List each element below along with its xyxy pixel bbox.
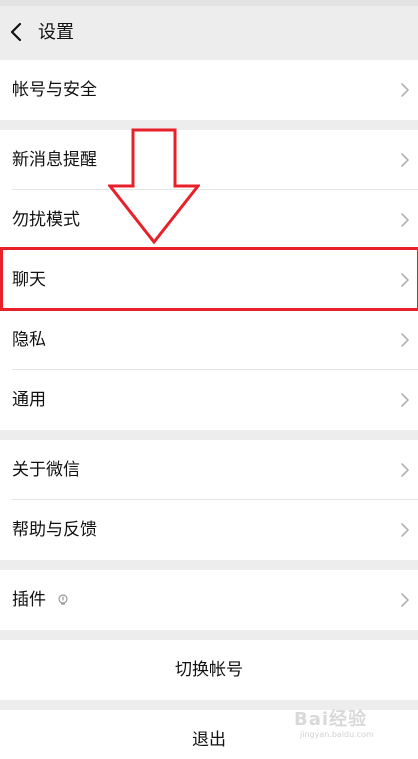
chevron-right-icon (401, 83, 409, 97)
settings-label: 勿扰模式 (12, 210, 80, 230)
settings-help-feedback[interactable]: 帮助与反馈 (0, 500, 418, 560)
bulb-icon (58, 594, 68, 605)
switch-account-label: 切换帐号 (175, 660, 243, 680)
back-icon[interactable] (8, 22, 24, 42)
settings-label: 帮助与反馈 (12, 520, 97, 540)
top-bar: 设置 (0, 0, 418, 60)
chevron-right-icon (401, 153, 409, 167)
settings-chat[interactable]: 聊天 (0, 250, 418, 310)
status-strip (0, 0, 418, 6)
chevron-right-icon (401, 333, 409, 347)
chevron-right-icon (401, 463, 409, 477)
settings-new-message-alerts[interactable]: 新消息提醒 (0, 130, 418, 190)
settings-label: 帐号与安全 (12, 80, 97, 100)
settings-general[interactable]: 通用 (0, 370, 418, 430)
settings-plugins[interactable]: 插件 (0, 570, 418, 630)
settings-label: 插件 (12, 590, 46, 610)
logout-button[interactable]: 退出 (0, 710, 418, 759)
chevron-right-icon (401, 273, 409, 287)
switch-account-button[interactable]: 切换帐号 (0, 640, 418, 700)
chevron-right-icon (401, 213, 409, 227)
settings-about-wechat[interactable]: 关于微信 (0, 440, 418, 500)
chevron-right-icon (401, 393, 409, 407)
settings-label: 通用 (12, 390, 46, 410)
settings-label: 新消息提醒 (12, 150, 97, 170)
settings-do-not-disturb[interactable]: 勿扰模式 (0, 190, 418, 250)
chevron-right-icon (401, 593, 409, 607)
logout-label: 退出 (192, 730, 226, 750)
settings-label: 关于微信 (12, 460, 80, 480)
settings-account-security[interactable]: 帐号与安全 (0, 60, 418, 120)
settings-privacy[interactable]: 隐私 (0, 310, 418, 370)
chevron-right-icon (401, 523, 409, 537)
settings-label: 聊天 (12, 270, 46, 290)
settings-label: 隐私 (12, 330, 46, 350)
page-title: 设置 (38, 22, 74, 43)
